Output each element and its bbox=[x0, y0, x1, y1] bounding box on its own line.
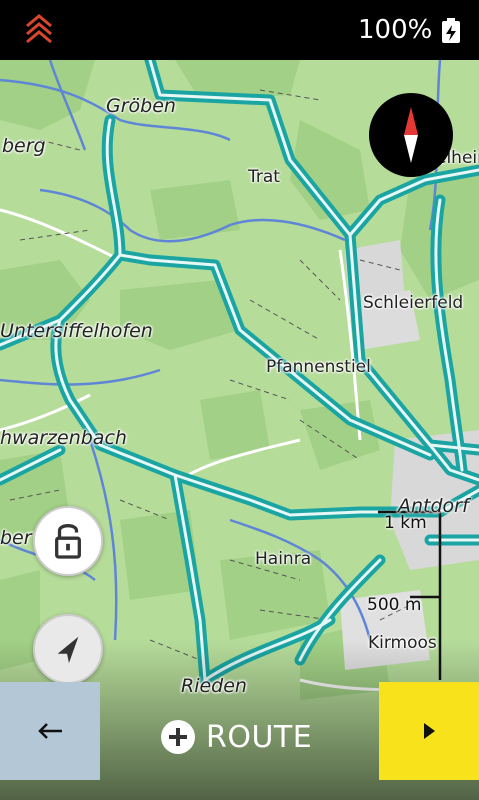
plus-circle-icon bbox=[161, 720, 195, 754]
place-label: Hainra bbox=[255, 549, 312, 569]
place-label: Schleierfeld bbox=[363, 293, 464, 313]
place-label: Pfannenstiel bbox=[266, 357, 371, 377]
back-button[interactable] bbox=[0, 682, 100, 780]
map-lock-button[interactable] bbox=[33, 506, 103, 576]
place-label: Untersiffelhofen bbox=[0, 320, 153, 342]
chevron-stack-icon bbox=[26, 14, 52, 44]
compass-button[interactable] bbox=[369, 93, 453, 177]
scale-label-small: 500 m bbox=[367, 595, 422, 615]
play-icon bbox=[424, 723, 435, 739]
next-button[interactable] bbox=[379, 682, 479, 780]
place-label: Gröben bbox=[106, 95, 176, 117]
compass-icon bbox=[404, 107, 418, 163]
place-label: Trat bbox=[248, 167, 280, 187]
place-label: Rieden bbox=[181, 675, 247, 697]
status-bar: 100% bbox=[0, 0, 479, 60]
place-label: hwarzenbach bbox=[0, 427, 127, 449]
arrow-left-icon bbox=[38, 723, 62, 739]
unlock-icon bbox=[55, 524, 81, 559]
locate-arrow-icon bbox=[57, 636, 79, 664]
add-route-button[interactable]: ROUTE bbox=[160, 712, 312, 762]
battery-level: 100% bbox=[358, 15, 433, 45]
place-label: berg bbox=[2, 135, 46, 157]
scale-label-large: 1 km bbox=[384, 513, 427, 533]
place-label: ber bbox=[0, 527, 32, 549]
recenter-location-button[interactable] bbox=[33, 614, 103, 684]
route-label: ROUTE bbox=[206, 719, 313, 755]
place-label: Kirmoos bbox=[368, 633, 437, 653]
battery-charging-icon bbox=[442, 18, 460, 43]
